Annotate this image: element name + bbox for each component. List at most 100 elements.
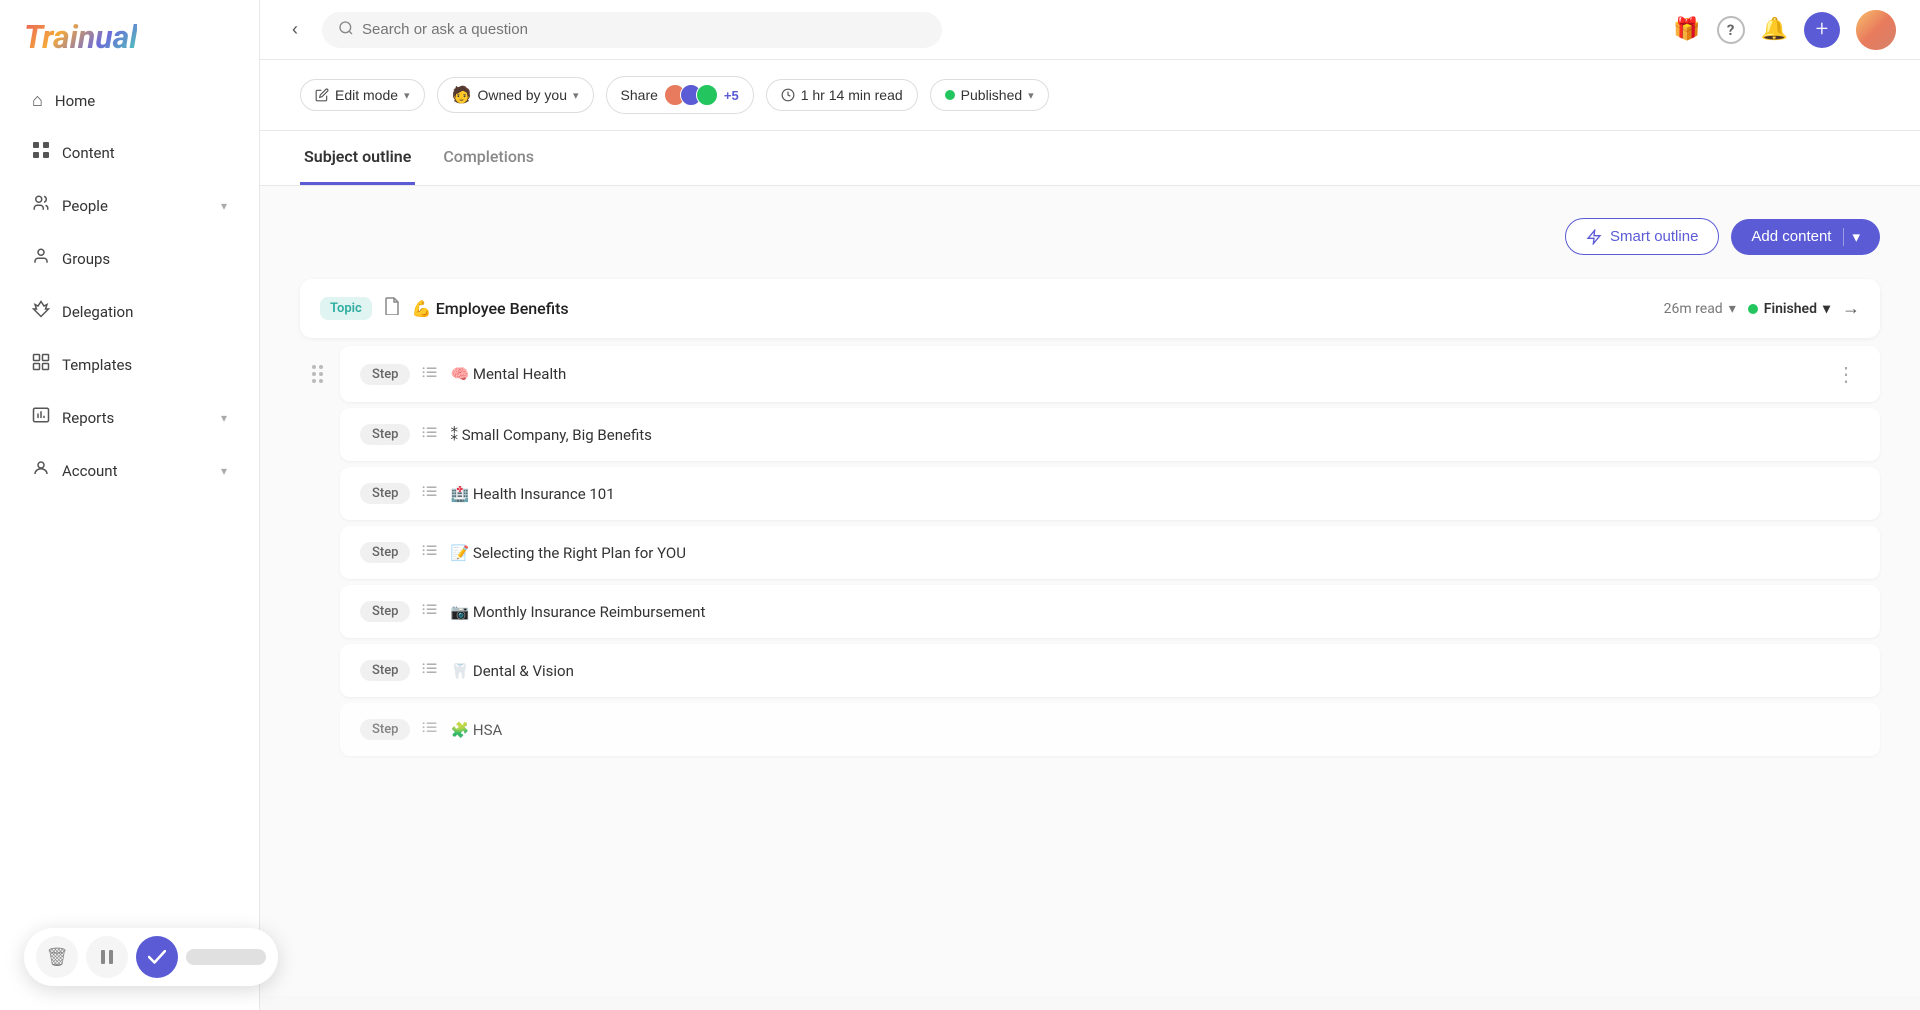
read-time-chevron-icon: ▾ xyxy=(1729,301,1736,317)
topic-doc-icon xyxy=(384,297,400,320)
help-icon[interactable]: ? xyxy=(1717,16,1745,44)
home-icon: ⌂ xyxy=(32,90,43,111)
reports-chevron-icon: ▾ xyxy=(221,411,227,425)
step-badge: Step xyxy=(360,483,410,504)
step-badge: Step xyxy=(360,601,410,622)
bell-icon[interactable]: 🔔 xyxy=(1761,17,1788,42)
bottom-toolbar: 🗑 xyxy=(24,928,260,986)
owned-by-button[interactable]: 🧑 Owned by you ▾ xyxy=(437,77,594,113)
sidebar-item-delegation[interactable]: Delegation xyxy=(8,286,251,337)
delete-button[interactable]: 🗑 xyxy=(36,936,78,978)
share-count: +5 xyxy=(724,88,739,103)
sidebar-item-groups[interactable]: Groups xyxy=(8,233,251,284)
step-badge: Step xyxy=(360,542,410,563)
collapse-sidebar-button[interactable]: ‹ xyxy=(284,15,306,44)
add-button[interactable]: + xyxy=(1804,12,1840,48)
step-list-icon xyxy=(422,543,438,562)
sidebar: Trainual ⌂ Home Content xyxy=(0,0,260,1010)
step-row: Step 🏥 Health Insurance 101 xyxy=(340,467,1880,520)
step-list-icon xyxy=(422,602,438,621)
people-chevron-icon: ▾ xyxy=(221,199,227,213)
read-time-display[interactable]: 26m read ▾ xyxy=(1664,301,1736,317)
step-row: Step ⁑ Small Company, Big Benefits xyxy=(340,408,1880,461)
outline-content: Smart outline Add content ▾ Topic 💪 E xyxy=(260,186,1920,996)
content-icon xyxy=(32,141,50,164)
share-avatars xyxy=(664,84,718,106)
logo: Trainual xyxy=(0,0,259,74)
step-badge: Step xyxy=(360,660,410,681)
finished-chevron-icon: ▾ xyxy=(1823,301,1830,317)
search-input[interactable] xyxy=(362,21,926,38)
toolbar-label xyxy=(186,949,260,965)
step-badge: Step xyxy=(360,364,410,385)
add-content-button[interactable]: Add content ▾ xyxy=(1731,219,1880,255)
sidebar-item-templates[interactable]: Templates xyxy=(8,339,251,390)
step-badge: Step xyxy=(360,424,410,445)
step-title: 🦷 Dental & Vision xyxy=(450,662,1860,680)
step-menu-icon[interactable]: ⋮ xyxy=(1832,362,1860,386)
step-title: 🧩 HSA xyxy=(450,721,1860,739)
topic-arrow-icon[interactable]: → xyxy=(1842,298,1860,319)
add-content-chevron-icon: ▾ xyxy=(1852,228,1860,246)
check-button[interactable] xyxy=(136,936,178,978)
step-list-icon xyxy=(422,484,438,503)
delegation-icon xyxy=(32,300,50,323)
owner-avatar-icon: 🧑 xyxy=(452,85,472,105)
sidebar-item-account[interactable]: Account ▾ xyxy=(8,445,251,496)
tabs: Subject outline Completions xyxy=(260,131,1920,186)
search-icon xyxy=(338,20,354,40)
sidebar-item-content[interactable]: Content xyxy=(8,127,251,178)
sidebar-item-home[interactable]: ⌂ Home xyxy=(8,76,251,125)
drag-handle[interactable] xyxy=(312,365,323,383)
owned-by-chevron-icon: ▾ xyxy=(573,89,579,102)
step-row: Step 🧩 HSA xyxy=(340,703,1880,756)
main-area: ‹ 🎁 ? 🔔 + xyxy=(260,0,1920,1010)
step-row: Step 📝 Selecting the Right Plan for YOU xyxy=(340,526,1880,579)
topic-title: 💪 Employee Benefits xyxy=(412,299,1652,318)
user-avatar[interactable] xyxy=(1856,10,1896,50)
sidebar-nav: ⌂ Home Content People xyxy=(0,74,259,498)
step-title: ⁑ Small Company, Big Benefits xyxy=(450,426,1860,444)
published-button[interactable]: Published ▾ xyxy=(930,79,1049,111)
step-title: 📝 Selecting the Right Plan for YOU xyxy=(450,544,1860,562)
topbar-right: 🎁 ? 🔔 + xyxy=(1673,10,1896,50)
pause-button[interactable] xyxy=(86,936,128,978)
search-bar xyxy=(322,12,942,48)
account-icon xyxy=(32,459,50,482)
step-row: Step 📷 Monthly Insurance Reimbursement xyxy=(340,585,1880,638)
finished-status[interactable]: Finished ▾ xyxy=(1748,301,1830,317)
read-time-button[interactable]: 1 hr 14 min read xyxy=(766,79,918,111)
steps-list: Step 🧠 Mental Health ⋮ xyxy=(340,346,1880,756)
action-bar: Edit mode ▾ 🧑 Owned by you ▾ Share +5 xyxy=(260,60,1920,131)
reports-icon xyxy=(32,406,50,429)
step-list-icon xyxy=(422,425,438,444)
topbar: ‹ 🎁 ? 🔔 + xyxy=(260,0,1920,60)
templates-icon xyxy=(32,353,50,376)
people-icon xyxy=(32,194,50,217)
step-title: 🏥 Health Insurance 101 xyxy=(450,485,1860,503)
step-title: 📷 Monthly Insurance Reimbursement xyxy=(450,603,1860,621)
account-chevron-icon: ▾ xyxy=(221,464,227,478)
tab-subject-outline[interactable]: Subject outline xyxy=(300,131,415,185)
groups-icon xyxy=(32,247,50,270)
step-list-icon xyxy=(422,661,438,680)
share-button[interactable]: Share +5 xyxy=(606,76,754,114)
step-badge: Step xyxy=(360,719,410,740)
edit-mode-chevron-icon: ▾ xyxy=(404,89,410,102)
gift-icon[interactable]: 🎁 xyxy=(1673,17,1700,42)
smart-outline-button[interactable]: Smart outline xyxy=(1565,218,1719,255)
step-list-icon xyxy=(422,720,438,739)
step-list-icon xyxy=(422,365,438,384)
tab-completions[interactable]: Completions xyxy=(439,131,538,185)
sidebar-item-people[interactable]: People ▾ xyxy=(8,180,251,231)
published-status-dot xyxy=(945,90,955,100)
published-chevron-icon: ▾ xyxy=(1028,89,1034,102)
topic-badge: Topic xyxy=(320,297,372,320)
outline-actions: Smart outline Add content ▾ xyxy=(300,218,1880,255)
step-row: Step 🦷 Dental & Vision xyxy=(340,644,1880,697)
finished-dot xyxy=(1748,304,1758,314)
edit-mode-button[interactable]: Edit mode ▾ xyxy=(300,79,425,111)
sidebar-item-reports[interactable]: Reports ▾ xyxy=(8,392,251,443)
content-area: Edit mode ▾ 🧑 Owned by you ▾ Share +5 xyxy=(260,60,1920,1010)
step-title: 🧠 Mental Health xyxy=(450,365,1820,383)
